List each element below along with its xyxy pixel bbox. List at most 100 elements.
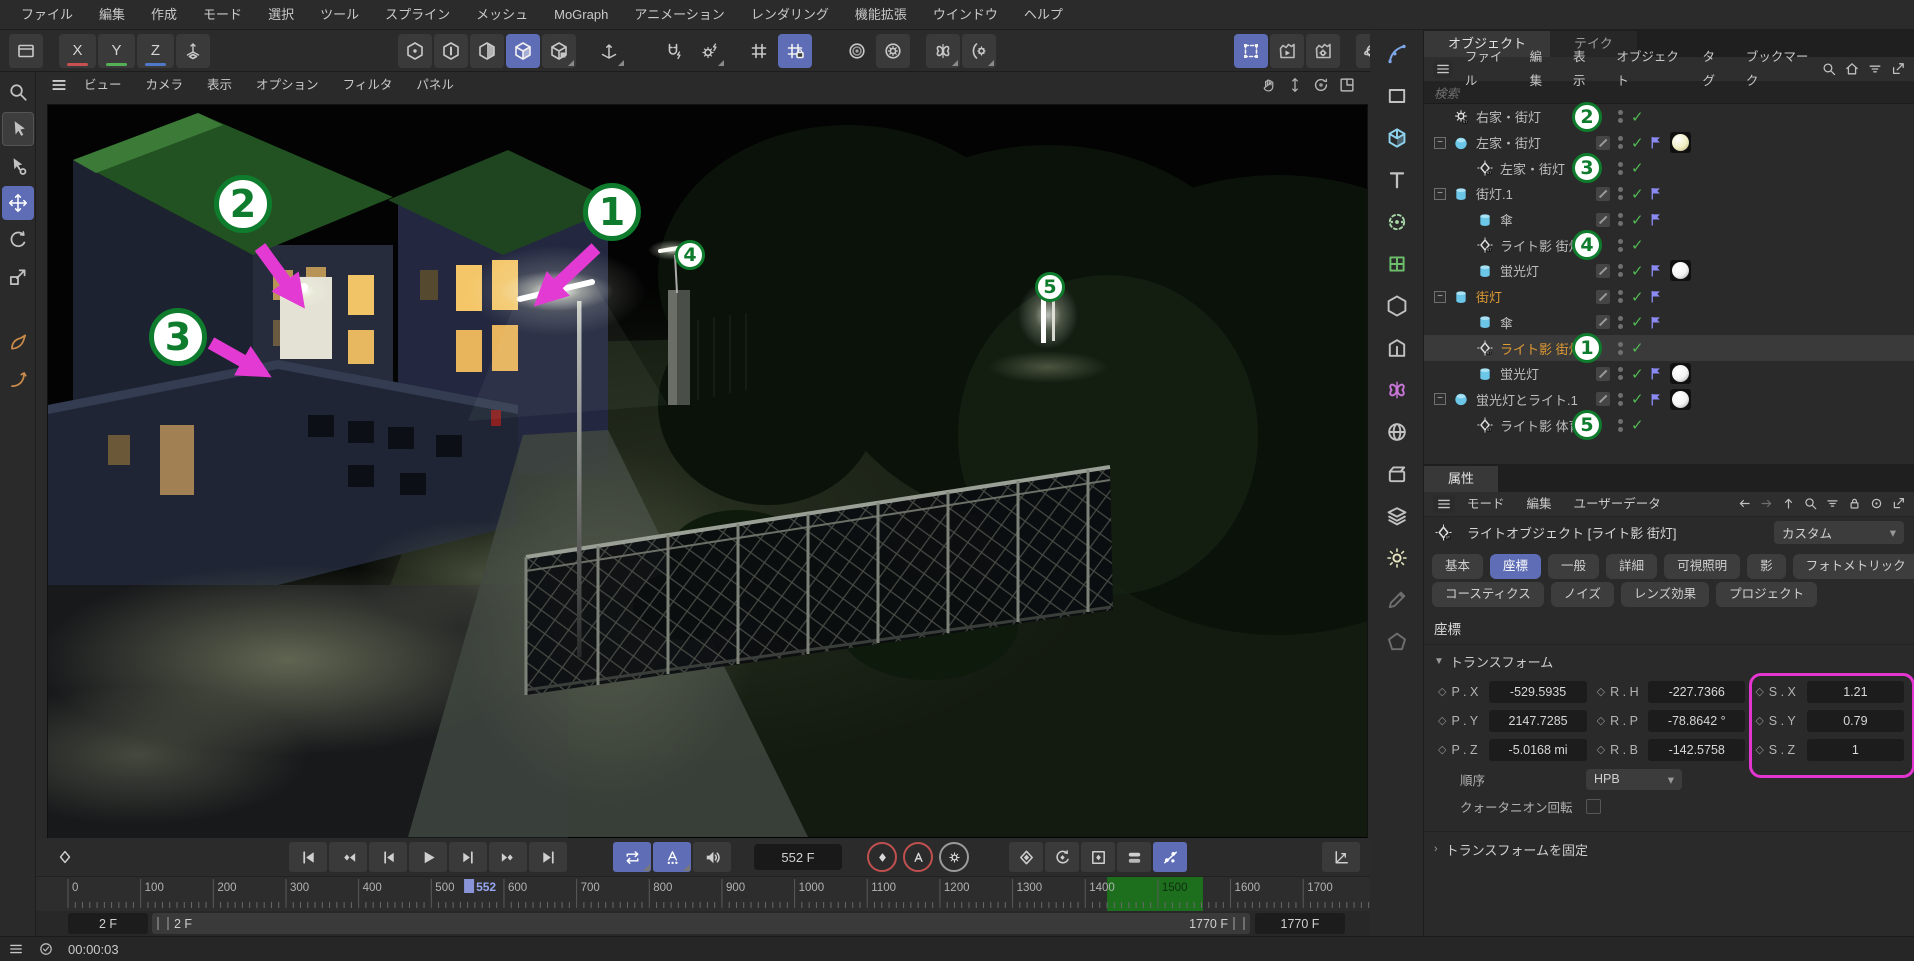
coord-value-field[interactable]: -227.7366 <box>1648 681 1745 703</box>
clap-play-button[interactable] <box>1270 34 1304 68</box>
render-gear-button[interactable] <box>876 34 910 68</box>
quaternion-checkbox[interactable] <box>1586 799 1601 814</box>
om-menu-item-4[interactable]: オブジェクト <box>1605 45 1691 93</box>
text-object-icon[interactable] <box>1379 162 1415 198</box>
mode-mode-dot-button[interactable] <box>398 34 432 68</box>
keying-settings-button[interactable] <box>939 842 969 872</box>
expand-toggle-icon[interactable]: − <box>1434 137 1446 149</box>
viewport-menu-item-4[interactable]: オプション <box>244 72 331 98</box>
visibility-slash-icon[interactable] <box>1596 367 1610 381</box>
animation-dot-icon[interactable]: ◇ <box>1597 685 1605 698</box>
layer-flag-icon[interactable] <box>1648 134 1665 151</box>
material-tag-icon[interactable] <box>1670 363 1691 384</box>
spline-pen-icon[interactable] <box>1379 36 1415 72</box>
axis-modeling-button[interactable] <box>176 34 210 68</box>
globe-object-icon[interactable] <box>1379 414 1415 450</box>
clap-gear-button[interactable] <box>1306 34 1340 68</box>
transport-prev-key-button[interactable] <box>329 842 367 872</box>
attr-tab-詳細[interactable]: 詳細 <box>1606 554 1657 579</box>
transport-go-start-button[interactable] <box>289 842 327 872</box>
visibility-slash-icon[interactable] <box>1596 213 1610 227</box>
stage-object-icon[interactable] <box>1379 456 1415 492</box>
visibility-slash-icon[interactable] <box>1596 392 1610 406</box>
transport-next-frame-button[interactable] <box>449 842 487 872</box>
om-menu-item-6[interactable]: ブックマーク <box>1735 45 1821 93</box>
sun-light-object-icon[interactable] <box>1379 540 1415 576</box>
current-frame-field[interactable]: 552 F <box>754 844 842 870</box>
viewport-menu-item-6[interactable]: パネル <box>404 72 466 98</box>
attr-menu-item-3[interactable]: ユーザーデータ <box>1563 492 1672 516</box>
preview-range-slider[interactable]: 2 F 1770 F <box>152 913 1250 934</box>
expand-toggle-icon[interactable]: − <box>1434 393 1446 405</box>
animation-dot-icon[interactable]: ◇ <box>1755 743 1763 756</box>
menubar-item-7[interactable]: スプライン <box>372 0 463 30</box>
expand-toggle-icon[interactable]: − <box>1434 291 1446 303</box>
keyframe-diamond-icon[interactable] <box>52 844 78 870</box>
enabled-check-icon[interactable]: ✓ <box>1631 159 1649 177</box>
material-tag-icon[interactable] <box>1670 132 1691 153</box>
arrow-left-icon[interactable] <box>1737 496 1752 511</box>
mode-mode-box-button[interactable] <box>542 34 576 68</box>
animation-dot-icon[interactable]: ◇ <box>1755 685 1763 698</box>
range-right-grip[interactable] <box>1233 917 1245 930</box>
tree-row-13[interactable]: STライト影 体育館✓5 <box>1424 412 1914 438</box>
layers-object-icon[interactable] <box>1379 498 1415 534</box>
attr-tab-座標[interactable]: 座標 <box>1490 554 1541 579</box>
toolbar-panel-button[interactable] <box>9 34 43 68</box>
export-icon[interactable] <box>1890 61 1906 77</box>
enabled-check-icon[interactable]: ✓ <box>1631 211 1649 229</box>
tweak-tool[interactable] <box>2 149 34 183</box>
lock-icon[interactable] <box>1847 496 1862 511</box>
bend-tool[interactable] <box>2 362 34 396</box>
key-rotation-button[interactable] <box>1045 842 1079 872</box>
attr-menu-item-1[interactable]: モード <box>1456 492 1516 516</box>
menubar-item-1[interactable]: ファイル <box>8 0 86 30</box>
visibility-dots-icon[interactable] <box>1618 136 1623 149</box>
menubar-item-11[interactable]: レンダリング <box>738 0 842 30</box>
coord-value-field[interactable]: -78.8642 ° <box>1648 710 1745 732</box>
attr-tab-プロジェクト[interactable]: プロジェクト <box>1716 582 1817 607</box>
render-target-button[interactable] <box>840 34 874 68</box>
menubar-item-6[interactable]: ツール <box>307 0 372 30</box>
magnifier-icon[interactable] <box>1803 496 1818 511</box>
axis-lock-z-button[interactable]: Z <box>137 34 174 68</box>
status-hamburger-icon[interactable] <box>8 941 24 957</box>
tree-row-7[interactable]: 蛍光灯✓ <box>1424 258 1914 284</box>
target-icon[interactable] <box>1869 496 1884 511</box>
mode-mode-half-button[interactable] <box>470 34 504 68</box>
mograph-cloner-icon[interactable] <box>1379 246 1415 282</box>
animation-dot-icon[interactable]: ◇ <box>1597 743 1605 756</box>
visibility-dots-icon[interactable] <box>1618 239 1623 252</box>
enabled-check-icon[interactable]: ✓ <box>1631 262 1649 280</box>
animation-dot-icon[interactable]: ◇ <box>1597 714 1605 727</box>
record-keyframe-button[interactable] <box>867 842 897 872</box>
arrow-right-icon[interactable] <box>1759 496 1774 511</box>
tree-row-3[interactable]: ST左家・街灯✓3 <box>1424 155 1914 181</box>
export-icon[interactable] <box>1891 496 1906 511</box>
expand-toggle-icon[interactable]: − <box>1434 188 1446 200</box>
coord-value-field[interactable]: 1 <box>1807 739 1904 761</box>
viewport-orbit-icon[interactable] <box>1312 76 1330 94</box>
visibility-dots-icon[interactable] <box>1618 213 1623 226</box>
tree-row-12[interactable]: −蛍光灯とライト.1✓ <box>1424 387 1914 413</box>
attr-tab-ノイズ[interactable]: ノイズ <box>1551 582 1614 607</box>
rotate-tool[interactable] <box>2 223 34 257</box>
menubar-item-8[interactable]: メッシュ <box>463 0 541 30</box>
pencil-tool-icon[interactable] <box>1379 582 1415 618</box>
filter-icon[interactable] <box>1867 61 1883 77</box>
sound-toggle-button[interactable] <box>693 842 731 872</box>
material-tag-icon[interactable] <box>1670 389 1691 410</box>
transform-group-header[interactable]: ▼ トランスフォーム <box>1424 645 1914 675</box>
coord-value-field[interactable]: -529.5935 <box>1489 681 1586 703</box>
enabled-check-icon[interactable]: ✓ <box>1631 288 1649 306</box>
axis-lock-x-button[interactable]: X <box>59 34 96 68</box>
visibility-dots-icon[interactable] <box>1618 187 1623 200</box>
enabled-check-icon[interactable]: ✓ <box>1631 185 1649 203</box>
coord-value-field[interactable]: 0.79 <box>1807 710 1904 732</box>
coord-value-field[interactable]: -142.5758 <box>1648 739 1745 761</box>
layer-flag-icon[interactable] <box>1648 365 1665 382</box>
key-position-button[interactable] <box>1009 842 1043 872</box>
room-object-icon[interactable] <box>1379 330 1415 366</box>
key-pla-button[interactable] <box>1153 842 1187 872</box>
snap-snap-gear-button[interactable] <box>692 34 726 68</box>
